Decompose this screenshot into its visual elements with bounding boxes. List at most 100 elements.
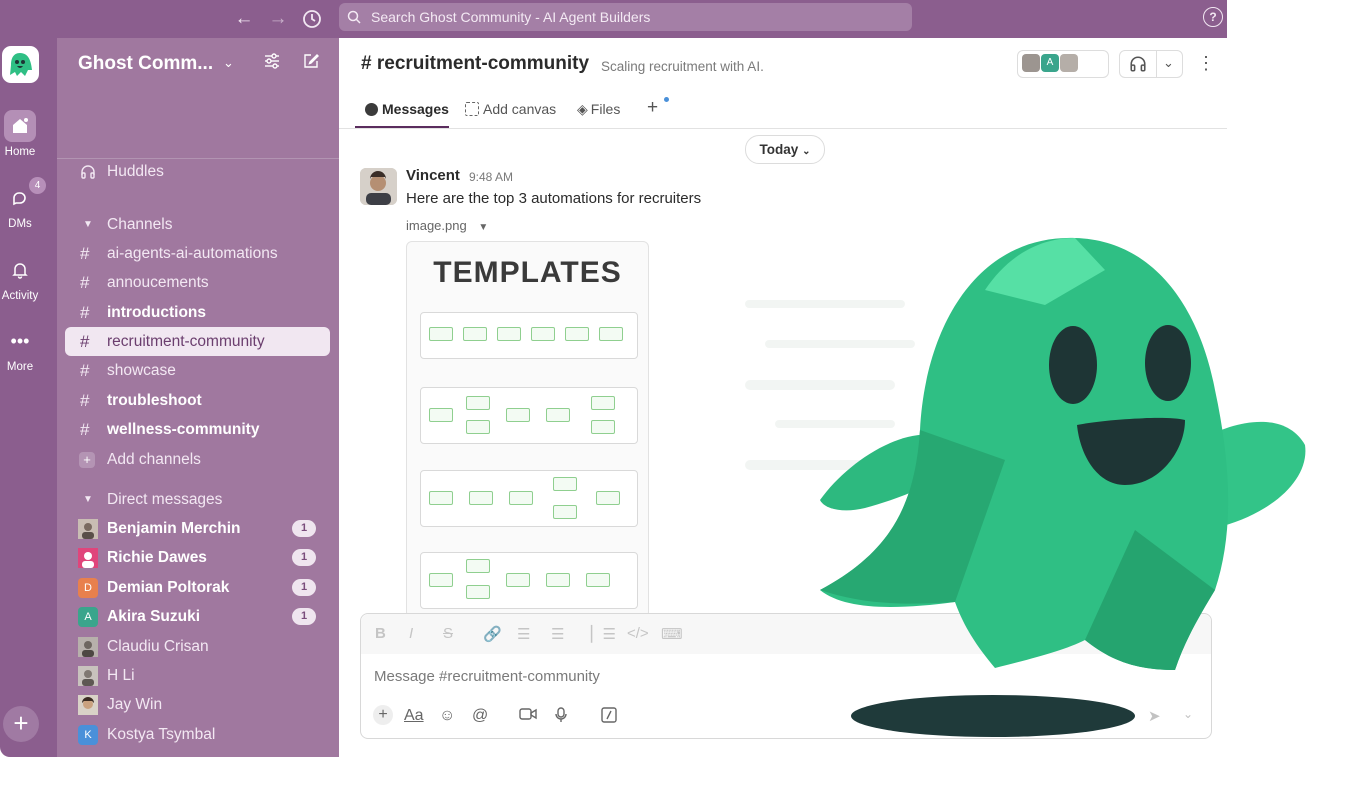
link-icon[interactable]: 🔗 [483,625,502,643]
avatar [78,695,98,715]
rail-activity-label: Activity [1,290,39,302]
dm-name: Richie Dawes [107,549,207,566]
code-icon[interactable]: </> [627,625,649,642]
sidebar-channel[interactable]: # wellness-community [65,415,330,444]
channel-title[interactable]: # recruitment-community [361,53,589,75]
workspace-logo[interactable] [2,46,39,83]
image-attachment[interactable]: TEMPLATES [406,241,649,618]
mention-icon[interactable]: @ [472,707,488,725]
unread-badge: 1 [292,608,316,625]
sidebar-dm[interactable]: A Akira Suzuki 1 [65,602,330,631]
hash-icon: # [80,332,90,351]
dm-section-header[interactable]: ▼ Direct messages [65,485,330,514]
sidebar-channel[interactable]: # troubleshoot [65,386,330,415]
sidebar-channel[interactable]: # ai-agents-ai-automations [65,239,330,268]
channel-name: showcase [107,362,176,379]
sidebar-channel-selected[interactable]: # recruitment-community [65,327,330,356]
sidebar-dm[interactable]: Richie Dawes 1 [65,543,330,572]
code-block-icon[interactable]: ⌨ [661,625,683,643]
channels-section-header[interactable]: ▼ Channels [65,210,330,239]
sidebar-dm[interactable]: H Li [65,661,330,690]
filter-icon[interactable] [263,52,281,75]
flow-node [586,573,610,587]
chevron-down-icon[interactable]: ⌄ [1163,55,1174,71]
rail-more[interactable]: ••• More [0,325,40,373]
microphone-icon[interactable] [555,707,567,728]
hash-icon: # [80,244,90,263]
message-author[interactable]: Vincent [406,167,460,184]
chevron-down-icon[interactable]: ⌄ [223,55,234,71]
flow-node [565,327,589,341]
tab-add-canvas[interactable]: Add canvas [465,101,556,117]
rail-home-label: Home [4,146,36,158]
sidebar-dm[interactable]: Benjamin Merchin 1 [65,514,330,543]
sidebar-dm[interactable]: D Demian Poltorak 1 [65,573,330,602]
add-workspace-button[interactable]: + [3,706,39,742]
avatar [78,666,98,686]
channel-tabs: Messages Add canvas ◈ Files + [339,94,1227,129]
canvas-icon [465,102,479,116]
huddle-button[interactable]: ⌄ [1119,50,1183,78]
flow-node [546,573,570,587]
sidebar-channel[interactable]: # annoucements [65,268,330,297]
sidebar-dm[interactable]: Claudiu Crisan [65,632,330,661]
rail-home[interactable]: Home [0,110,40,158]
plus-icon[interactable]: + [373,705,393,725]
tab-files[interactable]: ◈ Files [577,101,620,118]
rail-activity[interactable]: Activity [0,254,40,302]
help-icon[interactable]: ? [1203,7,1223,27]
chevron-down-icon: ⌄ [802,146,811,157]
channel-sidebar: Ghost Comm... ⌄ Huddles ▼ Channels # ai-… [57,38,339,757]
avatar [78,548,98,568]
flow-node [429,408,453,422]
italic-button[interactable]: I [409,625,413,642]
history-icon[interactable] [300,7,324,31]
channel-name: ai-agents-ai-automations [107,245,278,262]
flow-node [466,585,490,599]
tab-messages[interactable]: Messages [365,101,449,117]
sidebar-dm[interactable]: K Kostya Tsymbal [65,720,330,749]
sidebar-item-huddles[interactable]: Huddles [65,157,330,186]
add-channels-button[interactable]: + Add channels [65,445,330,474]
flow-node [531,327,555,341]
forward-arrow-icon[interactable]: → [266,7,290,31]
channel-name: introductions [107,304,207,321]
kebab-menu-icon[interactable]: ⋮ [1197,53,1215,74]
back-arrow-icon[interactable]: ← [232,7,256,31]
members-button[interactable]: A [1017,50,1109,78]
flow-node [506,408,530,422]
strikethrough-button[interactable]: S [443,625,453,642]
workflow-thumbnail [420,552,638,609]
hash-icon: # [80,303,90,322]
workflow-thumbnail [420,312,638,359]
message-input[interactable]: Message #recruitment-community [374,668,600,685]
more-icon: ••• [10,331,30,351]
sidebar-dm[interactable]: Jay Win [65,690,330,719]
caret-down-icon: ▼ [83,494,93,505]
sidebar-channel[interactable]: # introductions [65,298,330,327]
sidebar-channel[interactable]: # showcase [65,356,330,385]
add-tab-button[interactable]: + [647,97,658,119]
video-icon[interactable] [519,707,537,726]
blockquote-icon[interactable]: ▏☰ [591,625,616,643]
shortcut-icon[interactable] [601,707,617,728]
message-timestamp[interactable]: 9:48 AM [469,170,513,184]
bold-button[interactable]: B [375,625,386,642]
workflow-thumbnail [420,470,638,527]
flow-node [429,573,453,587]
rail-dms[interactable]: 4 DMs [0,176,47,230]
workspace-name[interactable]: Ghost Comm... [78,53,213,75]
search-input[interactable]: Search Ghost Community - AI Agent Builde… [339,3,912,31]
date-divider[interactable]: Today ⌄ [745,135,825,164]
text-format-icon[interactable]: Aa [404,707,424,725]
emoji-icon[interactable]: ☺ [439,707,455,725]
flow-node [469,491,493,505]
rail-more-label: More [6,361,34,373]
bullet-list-icon[interactable]: ☰ [551,625,564,643]
compose-icon[interactable] [302,52,320,75]
attachment-name[interactable]: image.png ▼ [406,218,488,233]
hash-icon: # [80,361,90,380]
avatar[interactable] [360,168,397,205]
ordered-list-icon[interactable]: ☰ [517,625,530,643]
flow-node [463,327,487,341]
